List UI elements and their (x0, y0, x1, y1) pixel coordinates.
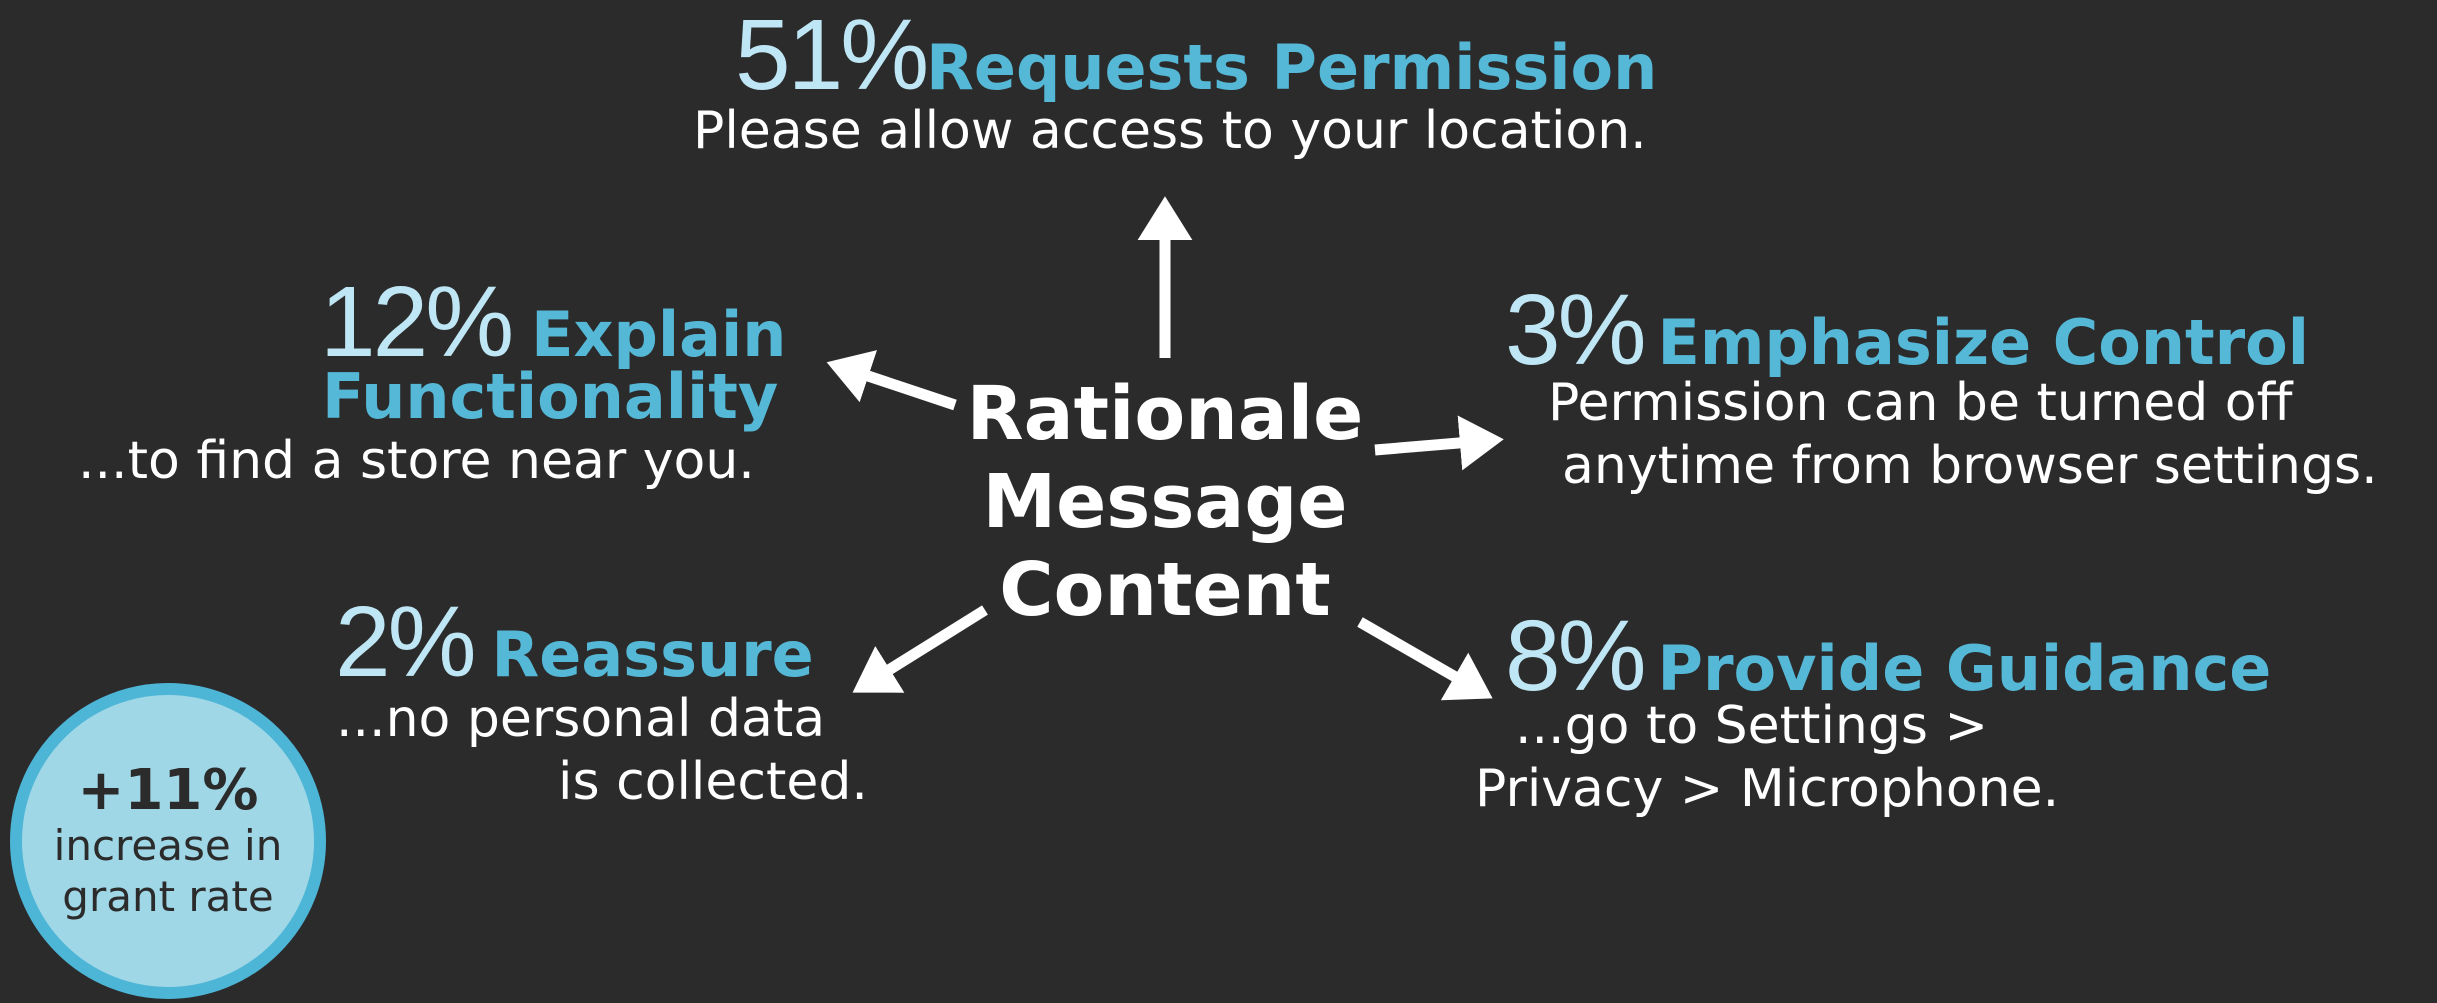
requests-permission-desc: Please allow access to your location. (693, 100, 1647, 163)
provide-guidance-desc-line-2: Privacy > Microphone. (1475, 759, 2060, 820)
reassure-percent: 2% (335, 586, 477, 698)
arrow-down-right (1357, 617, 1493, 701)
provide-guidance-desc-line-1: ...go to Settings > (1515, 696, 1989, 756)
badge-line-1: increase in (53, 821, 283, 871)
reassure-desc: ...no personal data is collected. (336, 688, 868, 815)
reassure-desc-line-2: is collected. (558, 752, 868, 813)
emphasize-control-desc-line-2: anytime from browser settings. (1562, 436, 2378, 497)
provide-guidance-desc: ...go to Settings > Privacy > Microphone… (1475, 695, 2059, 822)
reassure-node: 2% Reassure (335, 592, 814, 692)
explain-functionality-desc: ...to find a store near you. (78, 430, 755, 493)
emphasize-control-desc: Permission can be turned off anytime fro… (1548, 372, 2378, 499)
center-line-3: Content (999, 547, 1331, 633)
arrow-up-left (826, 350, 957, 411)
badge-line-2: grant rate (62, 871, 274, 921)
emphasize-control-title: Emphasize Control (1657, 306, 2310, 379)
center-label: Rationale Message Content (965, 370, 1365, 634)
requests-permission-title: Requests Permission (926, 31, 1658, 104)
reassure-title: Reassure (491, 618, 814, 691)
requests-permission-percent: 51% (735, 0, 929, 111)
explain-functionality-node: 12% Explain (320, 272, 786, 372)
reassure-desc-line-1: ...no personal data (336, 689, 826, 749)
center-line-1: Rationale (966, 371, 1364, 457)
grant-rate-badge: +11% increase in grant rate (10, 683, 326, 999)
emphasize-control-percent: 3% (1505, 274, 1647, 386)
explain-functionality-title-line-2: Functionality (322, 360, 779, 433)
badge-value: +11% (77, 757, 259, 823)
emphasize-control-desc-line-1: Permission can be turned off (1548, 373, 2293, 433)
provide-guidance-percent: 8% (1505, 600, 1647, 712)
requests-permission-desc-line-1: Please allow access to your location. (693, 101, 1647, 161)
provide-guidance-title: Provide Guidance (1657, 632, 2272, 705)
requests-permission-node: 51% Requests Permission (735, 5, 1657, 105)
arrow-right (1374, 415, 1504, 471)
emphasize-control-node: 3% Emphasize Control (1505, 280, 2309, 380)
explain-functionality-title-line-1: Explain (531, 298, 787, 371)
explain-functionality-desc-line-1: ...to find a store near you. (78, 431, 755, 491)
center-line-2: Message (982, 459, 1348, 545)
explain-functionality-percent: 12% (320, 266, 514, 378)
provide-guidance-node: 8% Provide Guidance (1505, 606, 2271, 706)
